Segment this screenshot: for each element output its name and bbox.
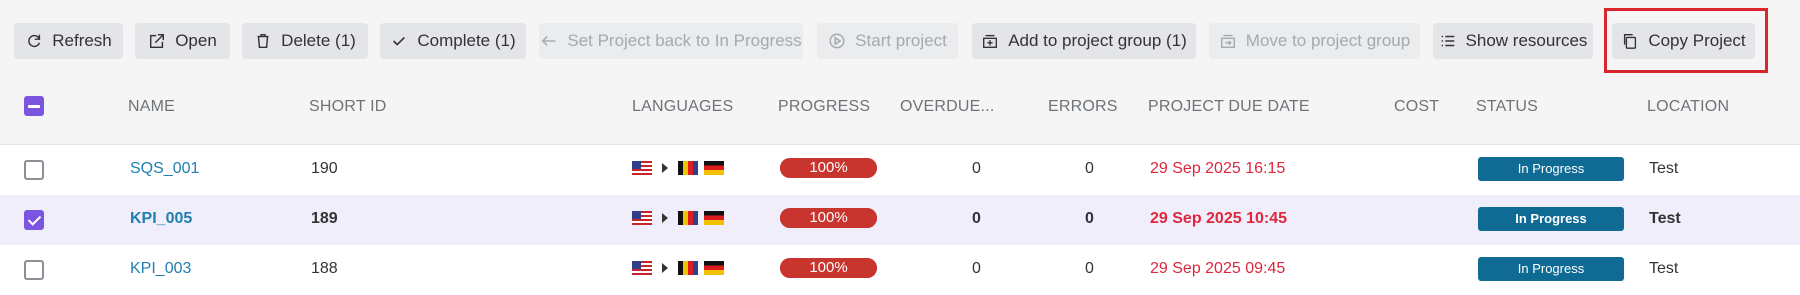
table-row[interactable]: KPI_003 188 100% 0 0 29 Sep 2025 09:45 I… (0, 245, 1800, 295)
progress-bar: 100% (780, 208, 877, 228)
progress-value: 100% (809, 209, 848, 226)
overdue-count: 0 (972, 160, 981, 177)
delete-label: Delete (1) (281, 31, 356, 50)
toolbar: Refresh Open Delete (1) Complete (1) Set… (0, 0, 1800, 80)
refresh-button[interactable]: Refresh (14, 23, 123, 59)
row-checkbox[interactable] (24, 210, 44, 230)
german-flag-icon (704, 211, 724, 225)
list-icon (1441, 35, 1454, 47)
german-flag-icon (704, 161, 724, 175)
show-resources-button[interactable]: Show resources (1433, 23, 1593, 59)
arrow-right-icon (662, 213, 668, 223)
set-back-in-progress-label: Set Project back to In Progress (567, 31, 802, 50)
progress-value: 100% (809, 159, 848, 176)
location: Test (1649, 210, 1681, 227)
arrow-right-icon (662, 263, 668, 273)
project-name-link[interactable]: KPI_003 (130, 260, 191, 278)
row-checkbox[interactable] (24, 260, 44, 280)
column-header-name[interactable]: NAME (128, 98, 175, 116)
short-id: 190 (311, 160, 338, 177)
status-badge: In Progress (1478, 257, 1624, 281)
column-header-project-due-date[interactable]: PROJECT DUE DATE (1148, 98, 1310, 116)
add-to-project-group-button[interactable]: Add to project group (1) (972, 23, 1196, 59)
status-badge: In Progress (1478, 157, 1624, 181)
location: Test (1649, 160, 1679, 177)
multi-language-flag-icon (678, 211, 698, 225)
languages (632, 161, 724, 175)
location: Test (1649, 260, 1679, 277)
us-flag-icon (632, 261, 652, 275)
progress-value: 100% (809, 259, 848, 276)
refresh-icon (28, 34, 41, 48)
copy-project-highlight-box (1604, 8, 1768, 73)
short-id: 188 (311, 260, 338, 277)
open-button[interactable]: Open (135, 23, 230, 59)
move-to-project-group-label: Move to project group (1245, 31, 1411, 50)
table-row[interactable]: SQS_001 190 100% 0 0 29 Sep 2025 16:15 I… (0, 145, 1800, 195)
progress-bar: 100% (780, 158, 877, 178)
column-header-languages[interactable]: LANGUAGES (632, 98, 733, 116)
start-project-button[interactable]: Start project (817, 23, 958, 59)
column-header-cost[interactable]: COST (1394, 98, 1439, 116)
column-header-progress[interactable]: PROGRESS (778, 98, 870, 116)
start-project-label: Start project (855, 31, 947, 50)
column-header-location[interactable]: LOCATION (1647, 98, 1729, 116)
status-badge: In Progress (1478, 207, 1624, 231)
open-icon (150, 33, 165, 49)
show-resources-label: Show resources (1465, 31, 1588, 50)
move-group-icon (1220, 34, 1235, 48)
short-id: 189 (311, 210, 338, 227)
project-due-date: 29 Sep 2025 16:15 (1150, 160, 1286, 177)
arrow-left-icon (542, 35, 556, 47)
table-row[interactable]: KPI_005 189 100% 0 0 29 Sep 2025 10:45 I… (0, 195, 1800, 245)
languages (632, 211, 724, 225)
progress-bar: 100% (780, 258, 877, 278)
open-label: Open (175, 31, 217, 50)
set-back-in-progress-button[interactable]: Set Project back to In Progress (539, 23, 803, 59)
project-due-date: 29 Sep 2025 10:45 (1150, 210, 1287, 227)
add-group-icon (983, 34, 998, 48)
row-checkbox[interactable] (24, 160, 44, 180)
errors-count: 0 (1085, 210, 1094, 227)
us-flag-icon (632, 161, 652, 175)
column-header-overdue[interactable]: OVERDUE... (900, 98, 994, 116)
play-icon (829, 33, 845, 49)
german-flag-icon (704, 261, 724, 275)
column-header-short-id[interactable]: SHORT ID (309, 98, 386, 116)
project-name-link[interactable]: SQS_001 (130, 160, 199, 178)
complete-label: Complete (1) (417, 31, 516, 50)
check-icon (393, 36, 406, 46)
delete-button[interactable]: Delete (1) (242, 23, 368, 59)
column-header-errors[interactable]: ERRORS (1048, 98, 1118, 116)
arrow-right-icon (662, 163, 668, 173)
overdue-count: 0 (972, 210, 981, 227)
languages (632, 261, 724, 275)
table-header: NAME SHORT ID LANGUAGES PROGRESS OVERDUE… (0, 86, 1800, 126)
trash-icon (257, 33, 269, 49)
us-flag-icon (632, 211, 652, 225)
multi-language-flag-icon (678, 161, 698, 175)
project-due-date: 29 Sep 2025 09:45 (1150, 260, 1286, 277)
errors-count: 0 (1085, 260, 1094, 277)
multi-language-flag-icon (678, 261, 698, 275)
column-header-status[interactable]: STATUS (1476, 98, 1538, 116)
move-to-project-group-button[interactable]: Move to project group (1209, 23, 1420, 59)
overdue-count: 0 (972, 260, 981, 277)
project-name-link[interactable]: KPI_005 (130, 210, 192, 228)
select-all-checkbox[interactable] (24, 96, 44, 116)
refresh-label: Refresh (52, 31, 112, 50)
complete-button[interactable]: Complete (1) (380, 23, 526, 59)
add-to-project-group-label: Add to project group (1) (1008, 31, 1187, 50)
errors-count: 0 (1085, 160, 1094, 177)
